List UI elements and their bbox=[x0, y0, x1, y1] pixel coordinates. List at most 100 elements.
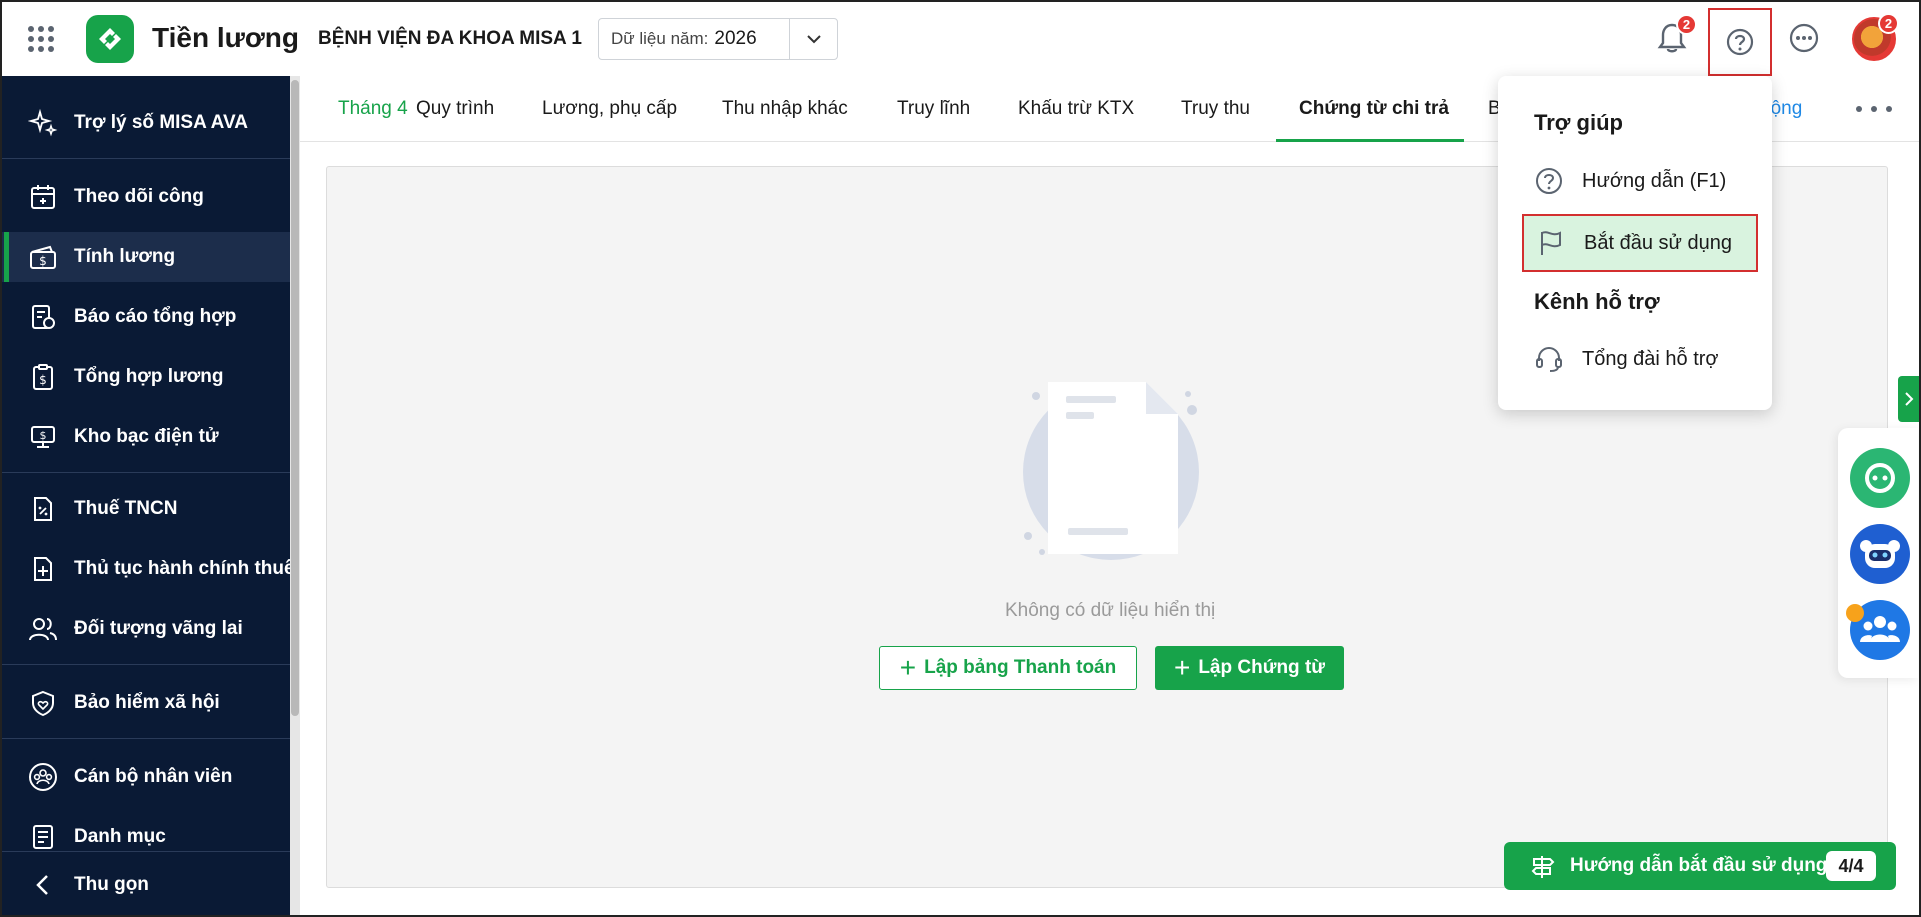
sidebar: Trợ lý số MISA AVA Theo dõi công $ Tính … bbox=[0, 76, 300, 917]
help-get-started-item[interactable]: Bắt đầu sử dụng bbox=[1522, 214, 1758, 272]
create-payment-table-button[interactable]: + Lập bảng Thanh toán bbox=[879, 646, 1137, 690]
guide-progress-badge: 4/4 bbox=[1826, 851, 1876, 881]
tab-process[interactable]: Quy trình bbox=[416, 76, 494, 142]
help-dropdown: Trợ giúp Hướng dẫn (F1) Bắt đầu sử dụng … bbox=[1498, 76, 1772, 410]
sidebar-item-label: Cán bộ nhân viên bbox=[74, 766, 233, 787]
tax-icon bbox=[28, 494, 58, 524]
guide-button-label: Hướng dẫn bắt đầu sử dụng bbox=[1570, 855, 1828, 876]
help-hotline-label: Tổng đài hỗ trợ bbox=[1582, 347, 1719, 370]
more-tabs-icon[interactable] bbox=[1856, 98, 1892, 120]
plus-icon: + bbox=[1173, 652, 1191, 683]
app-grid-icon[interactable] bbox=[28, 26, 56, 52]
sidebar-item-salary-summary[interactable]: $ Tổng hợp lương bbox=[0, 352, 290, 402]
help-get-started-label: Bắt đầu sử dụng bbox=[1584, 231, 1732, 254]
team-icon bbox=[28, 762, 58, 792]
shield-heart-icon bbox=[28, 688, 58, 718]
empty-state-message: Không có dữ liệu hiển thị bbox=[1005, 600, 1216, 621]
year-value: 2026 bbox=[714, 28, 757, 49]
sidebar-item-payroll[interactable]: $ Tính lương bbox=[0, 232, 290, 282]
floating-assistant-panel bbox=[1838, 428, 1918, 678]
sidebar-item-social-insurance[interactable]: Bảo hiểm xã hội bbox=[0, 678, 290, 728]
sidebar-item-ava[interactable]: Trợ lý số MISA AVA bbox=[0, 98, 290, 148]
top-header: Tiền lương BỆNH VIỆN ĐA KHOA MISA 1 Dữ l… bbox=[0, 0, 1921, 76]
status-dot bbox=[1846, 604, 1864, 622]
collapse-label: Thu gọn bbox=[74, 874, 149, 895]
svg-text:$: $ bbox=[39, 373, 47, 387]
clipboard-money-icon: $ bbox=[28, 362, 58, 392]
get-started-guide-button[interactable]: Hướng dẫn bắt đầu sử dụng 4/4 bbox=[1504, 842, 1896, 890]
create-voucher-label: Lập Chứng từ bbox=[1198, 657, 1326, 678]
app-title: Tiền lương bbox=[152, 22, 299, 53]
help-guide-label: Hướng dẫn (F1) bbox=[1582, 169, 1727, 192]
svg-text:$: $ bbox=[40, 429, 47, 442]
question-circle-icon bbox=[1722, 24, 1758, 60]
sidebar-item-attendance[interactable]: Theo dõi công bbox=[0, 172, 290, 222]
misa-logo-icon bbox=[86, 15, 134, 63]
scrollbar-thumb[interactable] bbox=[291, 80, 299, 716]
more-options-icon[interactable] bbox=[1784, 18, 1824, 58]
flag-icon bbox=[1536, 228, 1566, 258]
sidebar-item-label: Kho bạc điện tử bbox=[74, 426, 219, 447]
chevron-down-icon[interactable] bbox=[789, 19, 837, 59]
sidebar-scrollbar[interactable] bbox=[290, 76, 300, 917]
report-icon bbox=[28, 302, 58, 332]
chevron-right-icon bbox=[1905, 392, 1914, 406]
year-label: Dữ liệu năm: bbox=[611, 29, 709, 48]
svg-text:$: $ bbox=[39, 254, 47, 268]
sparkle-icon bbox=[28, 108, 58, 138]
tab-dorm-deduction[interactable]: Khấu trừ KTX bbox=[1018, 76, 1134, 142]
tab-salary-allowance[interactable]: Lương, phụ cấp bbox=[542, 76, 677, 142]
tab-other-income[interactable]: Thu nhập khác bbox=[722, 76, 848, 142]
organization-name: BỆNH VIỆN ĐA KHOA MISA 1 bbox=[318, 28, 582, 49]
sidebar-item-label: Thuế TNCN bbox=[74, 498, 178, 519]
sidebar-item-label: Tính lương bbox=[74, 246, 176, 267]
expand-side-panel-button[interactable] bbox=[1898, 376, 1920, 422]
sidebar-footer: Thu gọn bbox=[0, 851, 300, 917]
support-section-title: Kênh hỗ trợ bbox=[1534, 289, 1660, 314]
sidebar-item-label: Đối tượng vãng lai bbox=[74, 618, 243, 639]
plus-icon: + bbox=[899, 652, 917, 683]
sidebar-item-label: Thủ tục hành chính thuế bbox=[74, 558, 295, 579]
year-select[interactable]: Dữ liệu năm: 2026 bbox=[598, 18, 838, 60]
tab-back-pay[interactable]: Truy lĩnh bbox=[897, 76, 970, 142]
tab-recovery[interactable]: Truy thu bbox=[1181, 76, 1250, 142]
sidebar-item-employees[interactable]: Cán bộ nhân viên bbox=[0, 752, 290, 802]
avatar-badge: 2 bbox=[1878, 13, 1899, 34]
chevron-left-icon bbox=[28, 870, 58, 900]
create-voucher-button[interactable]: + Lập Chứng từ bbox=[1155, 646, 1344, 690]
signpost-icon bbox=[1530, 854, 1556, 880]
help-guide-item[interactable]: Hướng dẫn (F1) bbox=[1522, 152, 1758, 210]
sidebar-item-e-treasury[interactable]: $ Kho bạc điện tử bbox=[0, 412, 290, 462]
empty-document-illustration bbox=[1016, 380, 1206, 570]
document-plus-icon bbox=[28, 554, 58, 584]
month-selector[interactable]: Tháng 4 bbox=[338, 76, 408, 142]
sidebar-item-label: Theo dõi công bbox=[74, 186, 204, 207]
sidebar-item-pit[interactable]: Thuế TNCN bbox=[0, 484, 290, 534]
tab-payment-voucher[interactable]: Chứng từ chi trả bbox=[1299, 76, 1449, 142]
sidebar-item-tax-procedure[interactable]: Thủ tục hành chính thuế bbox=[0, 544, 295, 594]
notification-badge: 2 bbox=[1676, 14, 1697, 35]
help-button[interactable] bbox=[1708, 8, 1772, 76]
list-icon bbox=[28, 822, 58, 852]
treasury-icon: $ bbox=[28, 422, 58, 452]
sidebar-item-label: Bảo hiểm xã hội bbox=[74, 692, 220, 713]
sidebar-item-summary-report[interactable]: Báo cáo tổng hợp bbox=[0, 292, 290, 342]
sidebar-item-label: Trợ lý số MISA AVA bbox=[74, 112, 248, 133]
notification-bell-icon[interactable]: 2 bbox=[1652, 14, 1697, 58]
headset-icon bbox=[1534, 344, 1564, 374]
create-payment-table-label: Lập bảng Thanh toán bbox=[924, 657, 1117, 678]
calendar-icon bbox=[28, 182, 58, 212]
sidebar-item-casual-workers[interactable]: Đối tượng vãng lai bbox=[0, 604, 290, 654]
sidebar-item-label: Báo cáo tổng hợp bbox=[74, 306, 237, 327]
active-tab-indicator bbox=[1276, 139, 1464, 142]
sidebar-item-label: Danh mục bbox=[74, 826, 166, 847]
question-circle-icon bbox=[1534, 166, 1564, 196]
user-avatar[interactable]: 2 bbox=[1852, 13, 1899, 61]
help-hotline-item[interactable]: Tổng đài hỗ trợ bbox=[1522, 330, 1758, 388]
ai-robot-icon[interactable] bbox=[1850, 524, 1910, 584]
users-icon bbox=[28, 614, 58, 644]
chatbot-icon[interactable] bbox=[1850, 448, 1910, 508]
money-icon: $ bbox=[28, 242, 58, 272]
sidebar-item-label: Tổng hợp lương bbox=[74, 366, 224, 387]
collapse-sidebar-button[interactable]: Thu gọn bbox=[0, 860, 290, 910]
